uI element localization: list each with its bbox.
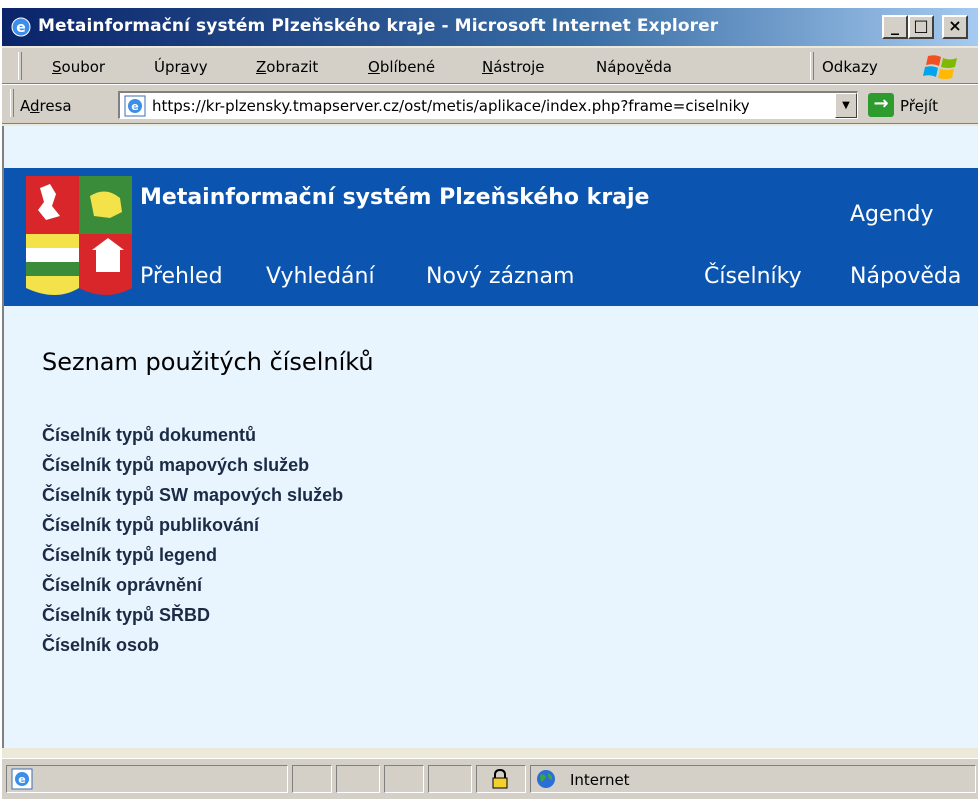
menu-nastroje-accel: N	[482, 58, 494, 76]
menu-soubor-accel: S	[52, 58, 62, 76]
toolbar-grip[interactable]	[18, 52, 22, 80]
menu-nastroje-text-rest: ástroje	[493, 58, 545, 76]
address-input[interactable]: e https://kr-plzensky.tmapserver.cz/ost/…	[118, 91, 858, 119]
codelist-link-document-types[interactable]: Číselník typů dokumentů	[42, 420, 343, 450]
page-content: Metainformační systém Plzeňského kraje A…	[2, 126, 978, 748]
codelist-link-dbms-types[interactable]: Číselník typů SŘBD	[42, 600, 343, 630]
browser-window: e Metainformační systém Plzeňského kraje…	[0, 8, 978, 799]
menu-bar: Soubor Úpravy Zobrazit Oblíbené Nástroje…	[2, 48, 978, 84]
codelist-link-persons[interactable]: Číselník osob	[42, 630, 343, 660]
status-cell-progress	[292, 765, 332, 793]
svg-text:e: e	[16, 20, 26, 36]
svg-text:e: e	[18, 773, 25, 786]
address-label-text: A	[20, 97, 30, 115]
menu-upravy[interactable]: Úpravy	[154, 58, 208, 76]
menu-zobrazit-accel: Z	[256, 58, 267, 76]
nav-ciselniky[interactable]: Číselníky	[704, 264, 802, 289]
menu-upravy-text-rest: vy	[189, 58, 208, 76]
go-button[interactable]: Přejít	[900, 97, 938, 115]
codelist-link-publishing-types[interactable]: Číselník typů publikování	[42, 510, 343, 540]
page-title: Seznam použitých číselníků	[42, 348, 374, 376]
status-security-cell[interactable]	[476, 765, 526, 793]
site-title[interactable]: Metainformační systém Plzeňského kraje	[140, 182, 660, 214]
menu-oblibene[interactable]: Oblíbené	[368, 58, 435, 76]
nav-napoveda[interactable]: Nápověda	[850, 264, 961, 289]
go-arrow-icon[interactable]: →	[868, 93, 894, 117]
menu-nastroje[interactable]: Nástroje	[482, 58, 545, 76]
menu-upravy-accel: a	[180, 58, 190, 76]
maximize-button[interactable]: □	[908, 15, 934, 39]
menu-oblibene-accel: O	[368, 58, 380, 76]
nav-novy-zaznam[interactable]: Nový záznam	[426, 264, 574, 289]
menu-oblibene-text-rest: blíbené	[379, 58, 436, 76]
menu-soubor[interactable]: Soubor	[52, 58, 105, 76]
address-label-text-rest: resa	[39, 97, 72, 115]
address-url: https://kr-plzensky.tmapserver.cz/ost/me…	[152, 97, 750, 115]
address-grip[interactable]	[10, 89, 14, 117]
page-icon: e	[124, 95, 146, 117]
links-grip[interactable]	[810, 52, 814, 80]
ie-icon: e	[11, 17, 31, 37]
site-header: Metainformační systém Plzeňského kraje A…	[4, 168, 978, 306]
menu-napoveda[interactable]: Nápověda	[596, 58, 672, 76]
codelist-link-map-service-types[interactable]: Číselník typů mapových služeb	[42, 450, 343, 480]
codelist-link-permissions[interactable]: Číselník oprávnění	[42, 570, 343, 600]
address-label: Adresa	[20, 97, 72, 115]
menu-napoveda-accel: v	[635, 58, 645, 76]
nav-agendy[interactable]: Agendy	[850, 202, 933, 227]
links-menu[interactable]: Odkazy	[822, 58, 878, 76]
windows-logo-icon	[923, 55, 957, 79]
status-main-cell: e	[6, 765, 288, 793]
address-bar: Adresa e https://kr-plzensky.tmapserver.…	[2, 84, 978, 124]
status-cell-2	[336, 765, 380, 793]
menu-zobrazit-text-rest: obrazit	[266, 58, 319, 76]
nav-vyhledani[interactable]: Vyhledání	[266, 264, 375, 289]
codelist-list: Číselník typů dokumentů Číselník typů ma…	[42, 420, 343, 660]
globe-icon	[537, 770, 555, 788]
menu-zobrazit[interactable]: Zobrazit	[256, 58, 318, 76]
codelist-link-legend-types[interactable]: Číselník typů legend	[42, 540, 343, 570]
codelist-link-sw-map-service-types[interactable]: Číselník typů SW mapových služeb	[42, 480, 343, 510]
status-cell-3	[384, 765, 424, 793]
menu-napoveda-text-rest: ěda	[644, 58, 672, 76]
menu-upravy-text: Úpr	[154, 58, 181, 76]
minimize-button[interactable]: _	[882, 15, 908, 39]
status-cell-4	[428, 765, 472, 793]
menu-soubor-text-rest: oubor	[61, 58, 106, 76]
status-zone-label: Internet	[570, 771, 630, 789]
address-dropdown-button[interactable]: ▼	[835, 93, 857, 118]
address-label-accel: d	[30, 97, 40, 115]
status-bar: e Internet	[2, 758, 978, 799]
coat-of-arms-icon	[26, 176, 132, 295]
svg-text:e: e	[131, 100, 138, 113]
nav-prehled[interactable]: Přehled	[140, 264, 223, 289]
close-button[interactable]: ×	[942, 15, 968, 39]
menu-napoveda-text: Nápo	[596, 58, 636, 76]
window-title: Metainformační systém Plzeňského kraje -…	[38, 16, 719, 36]
page-status-icon: e	[11, 768, 33, 790]
lock-icon	[492, 768, 508, 789]
title-bar[interactable]: e Metainformační systém Plzeňského kraje…	[2, 8, 978, 46]
